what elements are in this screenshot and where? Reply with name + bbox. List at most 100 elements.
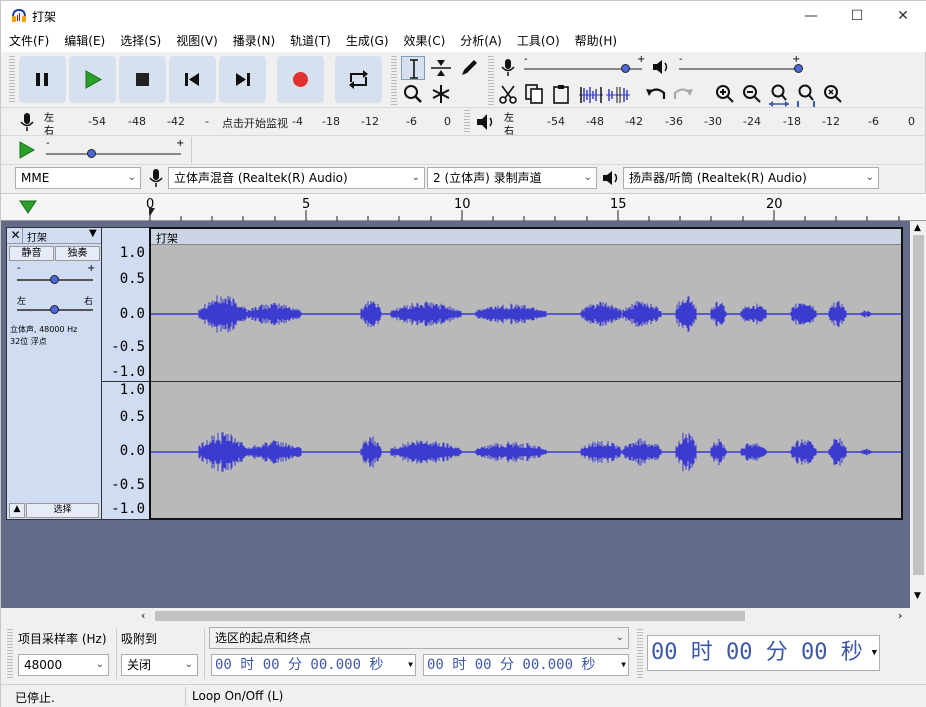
- i-beam-icon: [410, 59, 418, 79]
- silence-audio-icon[interactable]: [605, 85, 631, 105]
- menu-tracks[interactable]: 轨道(T): [282, 31, 338, 52]
- pan-slider-thumb[interactable]: [50, 305, 59, 314]
- menu-analyze[interactable]: 分析(A): [452, 31, 509, 52]
- time-format-arrow-icon[interactable]: ▼: [872, 636, 877, 670]
- audio-position-display[interactable]: 00 时 00 分 00 秒 ▼: [647, 635, 880, 671]
- play-button[interactable]: [69, 56, 116, 103]
- waveform-channel-left[interactable]: [151, 245, 901, 381]
- track-name-menu[interactable]: 打架: [27, 229, 47, 244]
- audio-host-dropdown[interactable]: MME ⌄: [15, 167, 141, 189]
- track-menu-arrow-icon[interactable]: ▼: [89, 228, 97, 239]
- multi-tool[interactable]: [429, 82, 453, 106]
- record-volume-max: +: [637, 54, 646, 65]
- horizontal-scroll-thumb[interactable]: [155, 611, 745, 621]
- time-format-arrow-icon[interactable]: ▼: [621, 655, 626, 675]
- horizontal-scrollbar[interactable]: ‹ ›: [1, 608, 926, 624]
- loop-button[interactable]: [335, 56, 382, 103]
- close-track-icon[interactable]: ✕: [9, 228, 23, 243]
- edit-grip[interactable]: [488, 83, 494, 107]
- mute-button[interactable]: 静音: [9, 246, 54, 261]
- trim-audio-icon[interactable]: [578, 85, 604, 105]
- skip-to-start-button[interactable]: [169, 56, 216, 103]
- scroll-down-icon[interactable]: ▼: [914, 591, 921, 601]
- tools-grip[interactable]: [391, 56, 397, 106]
- undo-icon[interactable]: [644, 83, 668, 105]
- recording-channels-dropdown[interactable]: 2 (立体声) 录制声道 ⌄: [427, 167, 597, 189]
- selection-start-time[interactable]: 00 时 00 分 00.000 秒 ▼: [211, 654, 416, 676]
- record-meter[interactable]: -54 -48 -42 - 点击开始监视 -4 -18 -12 -6 0: [56, 110, 456, 132]
- track-control-panel[interactable]: ✕ 打架 ▼ 静音 独奏 - + 左 右 立体声, 48000 Hz 32位 浮…: [6, 227, 102, 520]
- gain-slider-thumb[interactable]: [50, 275, 59, 284]
- scale-label: -0.5: [111, 339, 145, 355]
- menu-file[interactable]: 文件(F): [1, 31, 56, 52]
- copy-icon[interactable]: [523, 83, 545, 105]
- zoom-tool[interactable]: [401, 82, 425, 106]
- vertical-scroll-thumb[interactable]: [913, 235, 924, 575]
- solo-button[interactable]: 独奏: [55, 246, 100, 261]
- track-format-info: 立体声, 48000 Hz: [10, 325, 78, 334]
- scale-label: 0.0: [119, 443, 145, 459]
- vertical-ruler[interactable]: 1.0 0.5 0.0 -0.5 -1.0 1.0 0.5 0.0 -0.5 -…: [102, 227, 149, 520]
- scale-label: 0.0: [119, 306, 145, 322]
- stop-button[interactable]: [119, 56, 166, 103]
- pause-button[interactable]: [19, 56, 66, 103]
- fit-project-icon[interactable]: [794, 83, 818, 107]
- recording-device-dropdown[interactable]: 立体声混音 (Realtek(R) Audio) ⌄: [168, 167, 425, 189]
- play-volume-thumb[interactable]: [794, 64, 803, 73]
- collapse-track-icon[interactable]: ▲: [9, 503, 25, 518]
- waveform-clip[interactable]: 打架: [149, 227, 903, 520]
- start-monitoring-hint[interactable]: 点击开始监视: [222, 115, 288, 131]
- menu-view[interactable]: 视图(V): [168, 31, 225, 52]
- record-volume-thumb[interactable]: [621, 64, 630, 73]
- play-at-speed-icon[interactable]: [16, 140, 38, 160]
- skip-to-end-button[interactable]: [219, 56, 266, 103]
- scroll-right-icon[interactable]: ›: [898, 609, 902, 622]
- toolbar-grip[interactable]: [9, 56, 15, 103]
- menu-tools[interactable]: 工具(O): [509, 31, 567, 52]
- menu-transport[interactable]: 播录(N): [225, 31, 282, 52]
- playback-meter-icon[interactable]: [475, 111, 497, 133]
- envelope-tool[interactable]: [429, 56, 453, 80]
- selection-end-time[interactable]: 00 时 00 分 00.000 秒 ▼: [423, 654, 629, 676]
- clip-title-bar[interactable]: 打架: [151, 229, 901, 245]
- waveform-channel-right[interactable]: [151, 382, 901, 518]
- timeline-options-icon[interactable]: [17, 197, 39, 217]
- record-button[interactable]: [277, 56, 324, 103]
- select-track-button[interactable]: 选择: [26, 503, 99, 518]
- zoom-toggle-icon[interactable]: [821, 83, 845, 105]
- vertical-scrollbar[interactable]: ▲ ▼: [910, 221, 926, 608]
- paste-icon[interactable]: [550, 83, 572, 105]
- playback-meter[interactable]: -54 -48 -42 -36 -30 -24 -18 -12 -6 0: [516, 110, 921, 132]
- maximize-button[interactable]: ☐: [834, 1, 880, 31]
- scroll-left-icon[interactable]: ‹: [141, 609, 145, 622]
- menu-select[interactable]: 选择(S): [112, 31, 168, 52]
- menu-edit[interactable]: 编辑(E): [56, 31, 112, 52]
- fit-selection-icon[interactable]: [767, 83, 791, 107]
- timeline-ruler[interactable]: 0 5 10 15 20: [1, 193, 926, 221]
- cut-icon[interactable]: [497, 83, 519, 105]
- redo-icon[interactable]: [671, 83, 695, 105]
- microphone-icon: [149, 169, 163, 187]
- scroll-up-icon[interactable]: ▲: [914, 223, 921, 233]
- mixer-grip[interactable]: [488, 56, 494, 81]
- snap-to-dropdown[interactable]: 关闭 ⌄: [121, 654, 198, 676]
- menu-generate[interactable]: 生成(G): [338, 31, 396, 52]
- play-speed-thumb[interactable]: [87, 149, 96, 158]
- play-speed-slider[interactable]: [46, 153, 181, 155]
- minimize-button[interactable]: —: [788, 1, 834, 31]
- selection-tool[interactable]: [401, 56, 425, 80]
- draw-tool[interactable]: [457, 56, 481, 80]
- tick-label: 15: [610, 197, 627, 212]
- menu-effect[interactable]: 效果(C): [396, 31, 453, 52]
- selection-mode-dropdown[interactable]: 选区的起点和终点 ⌄: [209, 627, 629, 649]
- play-volume-slider[interactable]: [679, 68, 799, 70]
- zoom-out-icon[interactable]: [740, 83, 764, 105]
- menu-help[interactable]: 帮助(H): [567, 31, 624, 52]
- zoom-in-icon[interactable]: [713, 83, 737, 105]
- scale-label: 1.0: [119, 245, 145, 261]
- time-format-arrow-icon[interactable]: ▼: [408, 655, 413, 675]
- playback-device-dropdown[interactable]: 扬声器/听筒 (Realtek(R) Audio) ⌄: [623, 167, 879, 189]
- close-button[interactable]: ✕: [880, 1, 926, 31]
- project-rate-dropdown[interactable]: 48000 ⌄: [18, 654, 109, 676]
- record-meter-icon[interactable]: [17, 111, 37, 133]
